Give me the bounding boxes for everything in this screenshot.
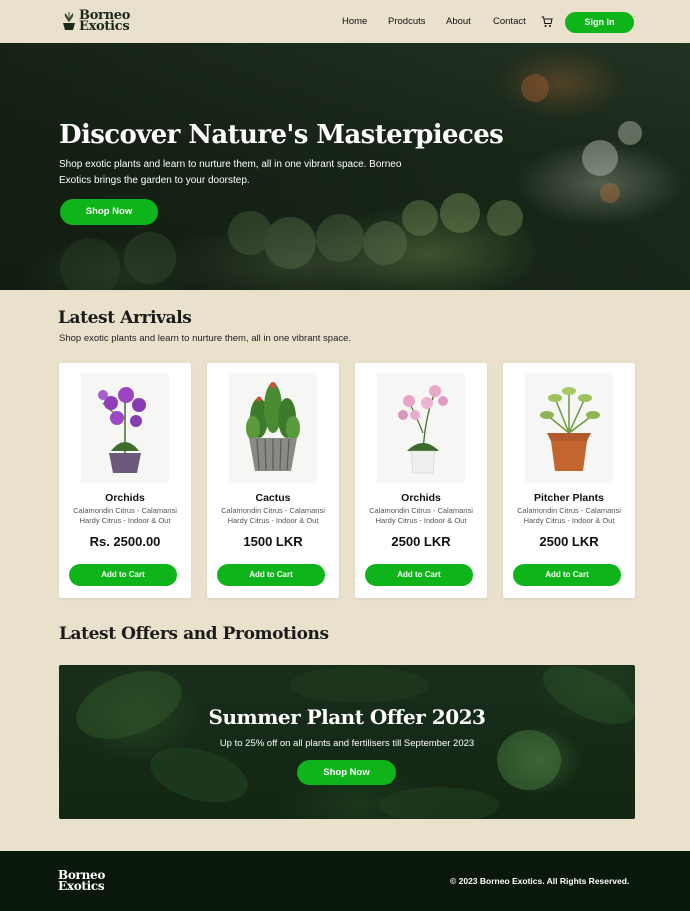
product-description: Calamondin Citrus - Calamansi Hardy Citr… (517, 506, 621, 525)
product-price: 1500 LKR (243, 534, 303, 549)
product-price: Rs. 2500.00 (89, 534, 161, 549)
product-description: Calamondin Citrus - Calamansi Hardy Citr… (369, 506, 473, 525)
nav-link-about[interactable]: About (446, 16, 471, 27)
footer-logo-line-2: Exotics (58, 879, 105, 893)
nav-link-contact[interactable]: Contact (493, 16, 526, 27)
cart-icon[interactable] (541, 15, 553, 27)
product-card[interactable]: Pitcher Plants Calamondin Citrus - Calam… (503, 363, 635, 598)
promo-title: Summer Plant Offer 2023 (208, 705, 486, 729)
add-to-cart-button[interactable]: Add to Cart (365, 564, 473, 586)
hero-subtitle: Shop exotic plants and learn to nurture … (59, 159, 402, 186)
product-name: Orchids (105, 492, 145, 504)
cactus-image (229, 373, 317, 483)
promo-subtitle: Up to 25% off on all plants and fertilis… (219, 738, 475, 749)
product-name: Pitcher Plants (533, 492, 605, 504)
product-name: Orchids (401, 492, 441, 504)
product-description: Calamondin Citrus - Calamansi Hardy Citr… (221, 506, 325, 525)
offers-title: Latest Offers and Promotions (59, 624, 329, 644)
nav-link-products[interactable]: Prodcuts (388, 16, 426, 27)
product-price: 2500 LKR (391, 534, 451, 549)
footer-logo[interactable]: Borneo Exotics (58, 869, 105, 893)
pink-orchid-image (377, 373, 465, 483)
nav-link-home[interactable]: Home (342, 16, 367, 27)
top-nav: Borneo Exotics Home Prodcuts About Conta… (0, 0, 690, 43)
add-to-cart-button[interactable]: Add to Cart (217, 564, 325, 586)
product-card[interactable]: Orchids Calamondin Citrus - Calamansi Ha… (59, 363, 191, 598)
add-to-cart-button[interactable]: Add to Cart (513, 564, 621, 586)
add-to-cart-button[interactable]: Add to Cart (69, 564, 177, 586)
footer: Borneo Exotics © 2023 Borneo Exotics. Al… (0, 851, 690, 911)
purple-orchid-image (81, 373, 169, 483)
pitcher-plant-image (525, 373, 613, 483)
logo-line-2: Exotics (79, 19, 130, 34)
promo-banner: Summer Plant Offer 2023 Up to 25% off on… (59, 665, 635, 819)
hero-banner: Discover Nature's Masterpieces Shop exot… (0, 43, 690, 290)
product-card[interactable]: Orchids Calamondin Citrus - Calamansi Ha… (355, 363, 487, 598)
product-price: 2500 LKR (539, 534, 599, 549)
sign-in-button[interactable]: Sign In (565, 12, 634, 33)
plant-pot-icon (62, 10, 76, 32)
copyright-text: © 2023 Borneo Exotics. All Rights Reserv… (450, 876, 630, 886)
product-name: Cactus (255, 492, 291, 504)
hero-shop-now-button[interactable]: Shop Now (60, 199, 158, 225)
promo-shop-now-button[interactable]: Shop Now (297, 760, 396, 785)
latest-arrivals-title: Latest Arrivals (58, 308, 192, 328)
logo[interactable]: Borneo Exotics (62, 9, 130, 34)
hero-title: Discover Nature's Masterpieces (59, 120, 504, 150)
product-description: Calamondin Citrus - Calamansi Hardy Citr… (73, 506, 177, 525)
latest-arrivals-subtitle: Shop exotic plants and learn to nurture … (59, 333, 352, 344)
product-card[interactable]: Cactus Calamondin Citrus - Calamansi Har… (207, 363, 339, 598)
